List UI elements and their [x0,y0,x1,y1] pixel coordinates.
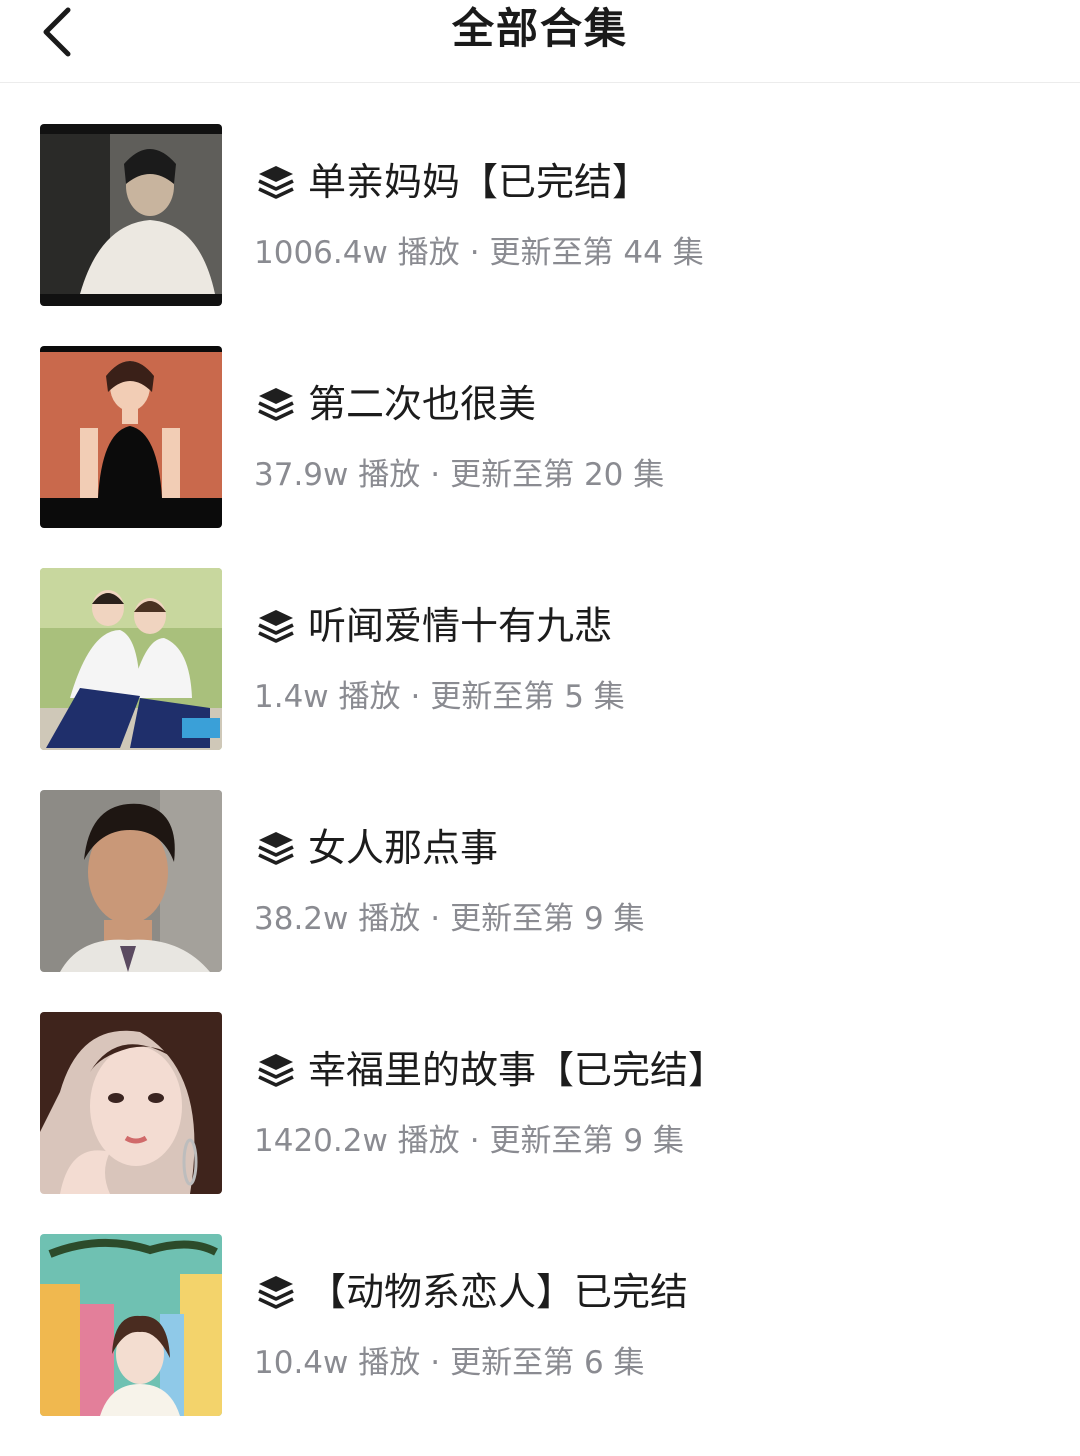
collection-meta: 38.2w 播放 · 更新至第 9 集 [254,898,645,940]
layers-stack-icon [258,1276,294,1309]
collection-title: 听闻爱情十有九悲 [308,604,613,648]
collection-item[interactable]: 单亲妈妈【已完结】 1006.4w 播放 · 更新至第 44 集 [0,124,1080,306]
collection-thumbnail [40,568,222,750]
collection-thumbnail [40,346,222,528]
layers-stack-icon [258,166,294,199]
play-count: 38.2w 播放 [254,901,421,937]
layers-stack-icon [258,1054,294,1087]
layers-stack-icon [258,388,294,421]
meta-separator: · [430,1345,441,1381]
update-status: 更新至第 5 集 [430,679,625,715]
collection-title: 幸福里的故事【已完结】 [308,1048,727,1092]
update-status: 更新至第 6 集 [450,1345,645,1381]
layers-stack-icon [258,610,294,643]
meta-separator: · [430,457,441,493]
collection-meta: 1420.2w 播放 · 更新至第 9 集 [254,1120,684,1162]
play-count: 10.4w 播放 [254,1345,421,1381]
play-count: 1006.4w 播放 [254,235,460,271]
update-status: 更新至第 9 集 [450,901,645,937]
page-title: 全部合集 [451,4,628,53]
meta-separator: · [469,1123,480,1159]
collection-thumbnail [40,124,222,306]
collection-meta: 1006.4w 播放 · 更新至第 44 集 [254,232,704,274]
play-count: 1.4w 播放 [254,679,401,715]
collection-item[interactable]: 幸福里的故事【已完结】 1420.2w 播放 · 更新至第 9 集 [0,1012,1080,1194]
collection-title: 女人那点事 [308,826,499,870]
meta-separator: · [410,679,421,715]
collection-meta: 37.9w 播放 · 更新至第 20 集 [254,454,664,496]
update-status: 更新至第 20 集 [450,457,665,493]
update-status: 更新至第 44 集 [489,235,704,271]
collection-meta: 1.4w 播放 · 更新至第 5 集 [254,676,625,718]
collection-item[interactable]: 听闻爱情十有九悲 1.4w 播放 · 更新至第 5 集 [0,568,1080,750]
meta-separator: · [430,901,441,937]
meta-separator: · [469,235,480,271]
collection-thumbnail [40,1012,222,1194]
top-bar: 全部合集 [0,0,1080,83]
layers-stack-icon [258,832,294,865]
collection-title: 单亲妈妈【已完结】 [308,160,651,204]
play-count: 1420.2w 播放 [254,1123,460,1159]
collection-item[interactable]: 女人那点事 38.2w 播放 · 更新至第 9 集 [0,790,1080,972]
play-count: 37.9w 播放 [254,457,421,493]
collection-title: 【动物系恋人】已完结 [308,1270,689,1314]
collection-thumbnail [40,1234,222,1416]
collection-list: 单亲妈妈【已完结】 1006.4w 播放 · 更新至第 44 集 第二次也很美 … [0,124,1080,1456]
update-status: 更新至第 9 集 [489,1123,684,1159]
collection-title: 第二次也很美 [308,382,537,426]
collection-meta: 10.4w 播放 · 更新至第 6 集 [254,1342,645,1384]
collection-item[interactable]: 【动物系恋人】已完结 10.4w 播放 · 更新至第 6 集 [0,1234,1080,1416]
collection-thumbnail [40,790,222,972]
collection-item[interactable]: 第二次也很美 37.9w 播放 · 更新至第 20 集 [0,346,1080,528]
